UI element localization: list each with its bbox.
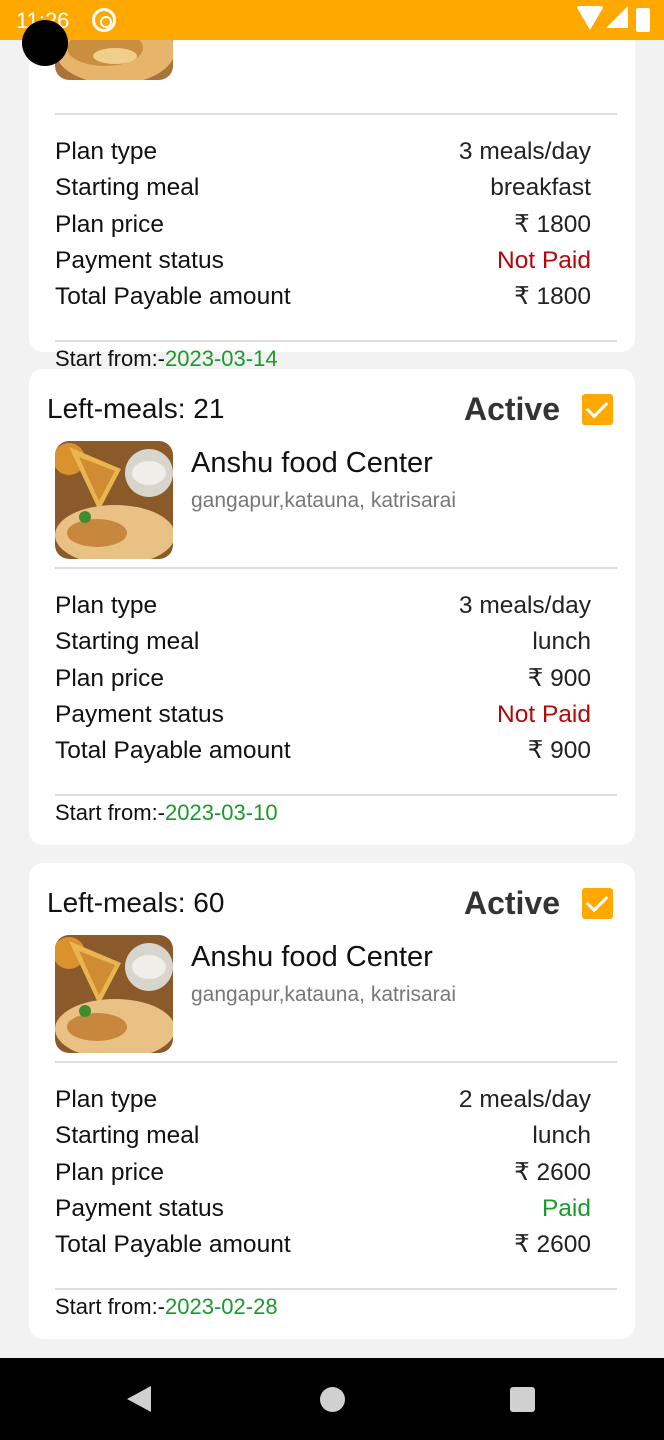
- cell-signal-icon: [606, 6, 628, 28]
- home-icon[interactable]: [320, 1387, 345, 1412]
- starting-meal-value: lunch: [532, 1122, 591, 1150]
- plan-price-row: Plan price ₹ 1800: [55, 207, 591, 243]
- plan-price-row: Plan price ₹ 900: [55, 661, 591, 697]
- left-meals: Left-meals: 60: [47, 887, 225, 918]
- wifi-icon: [576, 6, 604, 30]
- total-payable-value: ₹ 900: [527, 737, 591, 765]
- payment-status-row: Payment status Not Paid: [55, 697, 591, 733]
- starting-meal-label: Starting meal: [55, 174, 200, 202]
- total-payable-value: ₹ 2600: [514, 1231, 591, 1259]
- restaurant-address: gangapur,katauna, katrisarai: [191, 983, 457, 1006]
- start-date: 2023-02-28: [165, 1294, 278, 1319]
- plan-type-label: Plan type: [55, 138, 158, 165]
- plan-details: Plan type 2 meals/day Starting meal lunc…: [55, 1082, 591, 1263]
- subscription-list[interactable]: Plan type 3 meals/day Starting meal brea…: [0, 40, 664, 1358]
- plan-type-label: Plan type: [55, 1086, 158, 1113]
- plan-price-value: ₹ 900: [527, 664, 591, 692]
- camera-cutout: [22, 20, 68, 66]
- total-payable-label: Total Payable amount: [55, 1231, 291, 1259]
- start-from-label: Start from:-: [55, 346, 166, 371]
- plan-price-label: Plan price: [55, 210, 164, 238]
- subscription-card[interactable]: Left-meals: 60 Active Anshu food Center …: [29, 863, 635, 1339]
- starting-meal-row: Starting meal lunch: [55, 624, 591, 660]
- total-payable-row: Total Payable amount ₹ 900: [55, 733, 591, 769]
- active-label: Active: [463, 391, 560, 427]
- plan-type-value: 3 meals/day: [458, 592, 591, 619]
- plan-type-label: Plan type: [55, 592, 158, 619]
- plan-details: Plan type 3 meals/day Starting meal brea…: [55, 134, 591, 315]
- starting-meal-row: Starting meal breakfast: [55, 170, 591, 206]
- starting-meal-value: lunch: [532, 628, 591, 656]
- start-from-label: Start from:-: [55, 800, 166, 825]
- payment-status-label: Payment status: [55, 1194, 224, 1222]
- plan-type-row: Plan type 2 meals/day: [55, 1082, 591, 1118]
- plan-price-label: Plan price: [55, 1158, 164, 1186]
- divider: [55, 1288, 617, 1290]
- active-checkbox[interactable]: [582, 394, 613, 425]
- start-from: Start from:-2023-02-28: [55, 1294, 278, 1320]
- divider: [55, 1061, 617, 1063]
- start-from: Start from:-2023-03-10: [55, 800, 278, 826]
- start-date: 2023-03-14: [165, 346, 278, 371]
- plan-type-row: Plan type 3 meals/day: [55, 134, 591, 170]
- total-payable-row: Total Payable amount ₹ 2600: [55, 1227, 591, 1263]
- subscription-card[interactable]: Plan type 3 meals/day Starting meal brea…: [29, 40, 635, 371]
- divider: [55, 340, 617, 342]
- plan-price-value: ₹ 1800: [514, 210, 591, 238]
- payment-status-row: Payment status Not Paid: [55, 243, 591, 279]
- back-icon[interactable]: [127, 1386, 151, 1412]
- start-from-label: Start from:-: [55, 1294, 166, 1319]
- divider: [55, 794, 617, 796]
- total-payable-row: Total Payable amount ₹ 1800: [55, 279, 591, 315]
- payment-status-value: Not Paid: [497, 700, 591, 728]
- plan-price-row: Plan price ₹ 2600: [55, 1155, 591, 1191]
- battery-icon: [636, 8, 650, 32]
- payment-status-row: Payment status Paid: [55, 1191, 591, 1227]
- starting-meal-label: Starting meal: [55, 628, 200, 656]
- plan-details: Plan type 3 meals/day Starting meal lunc…: [55, 588, 591, 769]
- active-label: Active: [463, 885, 560, 921]
- restaurant-thumbnail: [55, 935, 173, 1053]
- payment-status-value: Paid: [541, 1194, 591, 1222]
- recent-apps-icon[interactable]: [510, 1387, 535, 1412]
- payment-status-label: Payment status: [55, 246, 224, 274]
- status-bar: 11:26: [0, 0, 664, 40]
- plan-type-value: 2 meals/day: [458, 1086, 591, 1113]
- restaurant-thumbnail: [55, 441, 173, 559]
- restaurant-name: Anshu food Center: [191, 447, 433, 479]
- payment-status-label: Payment status: [55, 700, 224, 728]
- divider: [55, 113, 617, 115]
- subscription-card[interactable]: Left-meals: 21 Active Anshu food Center …: [29, 369, 635, 845]
- total-payable-label: Total Payable amount: [55, 283, 291, 311]
- plan-price-value: ₹ 2600: [514, 1158, 591, 1186]
- total-payable-value: ₹ 1800: [514, 283, 591, 311]
- plan-price-label: Plan price: [55, 664, 164, 692]
- system-nav-bar: [0, 1358, 664, 1440]
- starting-meal-value: breakfast: [490, 174, 591, 202]
- payment-status-value: Not Paid: [497, 246, 591, 274]
- plan-type-row: Plan type 3 meals/day: [55, 588, 591, 624]
- total-payable-label: Total Payable amount: [55, 737, 291, 765]
- restaurant-address: gangapur,katauna, katrisarai: [191, 489, 457, 512]
- notification-icon: [92, 8, 116, 32]
- left-meals: Left-meals: 21: [47, 393, 225, 424]
- restaurant-name: Anshu food Center: [191, 941, 433, 973]
- starting-meal-label: Starting meal: [55, 1122, 200, 1150]
- restaurant-thumbnail: [55, 40, 173, 80]
- divider: [55, 567, 617, 569]
- starting-meal-row: Starting meal lunch: [55, 1118, 591, 1154]
- active-checkbox[interactable]: [582, 888, 613, 919]
- start-date: 2023-03-10: [165, 800, 278, 825]
- plan-type-value: 3 meals/day: [458, 138, 591, 165]
